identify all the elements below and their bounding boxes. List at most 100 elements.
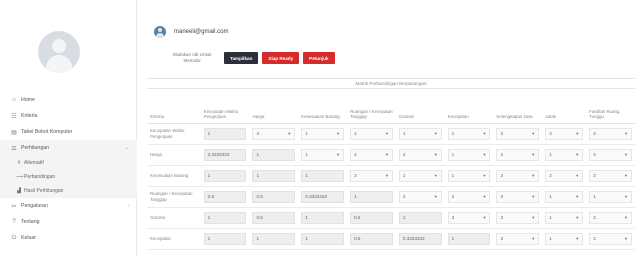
value-select[interactable]: 1 ▼: [545, 211, 584, 224]
chevron-left-icon: ‹: [127, 203, 129, 209]
value-select[interactable]: 3 ▼: [496, 169, 540, 182]
ready-button[interactable]: Siap Ready: [262, 52, 300, 64]
value-readonly-field: 1: [203, 169, 247, 182]
dropdown-arrow-icon: ▼: [624, 215, 628, 220]
sidebar-item-perhitungan[interactable]: ⚖ Perhitungan ⌄: [0, 140, 137, 156]
value-select[interactable]: 1 ▼: [447, 169, 491, 182]
sidebar-item-tentang[interactable]: ? Tentang: [0, 214, 137, 230]
select-value: 3: [593, 214, 596, 220]
matrix-cell: 1 ▼: [586, 186, 635, 208]
sidebar-item-perbandingan[interactable]: ⟿ Perbandingan: [0, 170, 137, 184]
sidebar-item-hasil-perhitungan[interactable]: ▟ Hasil Perhitungan: [0, 184, 137, 198]
value-select[interactable]: 3 ▼: [496, 190, 540, 203]
select-value: 3: [593, 235, 596, 241]
value-select[interactable]: 3 ▼: [496, 211, 540, 224]
matrix-cell: 1: [200, 228, 250, 250]
table-row: Kecepatan 1 1 1 0.5 0.3333333 1 3 ▼ 1 ▼ 3 ▼: [147, 228, 635, 250]
select-value: 1: [549, 235, 552, 241]
dropdown-arrow-icon: ▼: [575, 152, 580, 157]
value-select[interactable]: 3 ▼: [447, 211, 491, 224]
matrix-cell: 1 ▼: [542, 228, 587, 250]
select-value: 2: [500, 151, 504, 157]
dropdown-arrow-icon: ▼: [624, 236, 628, 241]
value-select[interactable]: 1 ▼: [545, 148, 584, 161]
value-select[interactable]: 1 ▼: [398, 127, 442, 140]
sidebar-item-label: Pengaturan: [21, 203, 48, 209]
value-select[interactable]: 3 ▼: [252, 127, 296, 140]
value-select[interactable]: 1 ▼: [447, 127, 491, 140]
power-icon: ⏻: [11, 234, 17, 241]
value-readonly-field: 1: [301, 169, 345, 182]
value-readonly-field: 1: [252, 148, 296, 161]
value-readonly-field: 1: [301, 211, 345, 224]
matrix-cell: 3 ▼: [347, 165, 396, 187]
sidebar-item-alternatif[interactable]: # Alternatif: [0, 156, 137, 170]
value-select[interactable]: 1 ▼: [589, 190, 632, 203]
value-select[interactable]: 1 ▼: [398, 169, 442, 182]
sidebar-item-keluar[interactable]: ⏻ Keluar: [0, 230, 137, 246]
value-select[interactable]: 3 ▼: [589, 148, 632, 161]
value-readonly-field: 1: [203, 127, 247, 140]
user-header: maneeli@gmail.com: [154, 26, 228, 38]
table-icon: ▤: [11, 129, 17, 136]
dropdown-arrow-icon: ▼: [433, 194, 438, 199]
value-readonly-field: 0.3333333: [398, 232, 442, 245]
help-button[interactable]: Petunjuk: [303, 52, 335, 64]
dropdown-arrow-icon: ▼: [624, 173, 628, 178]
value-readonly-field: 0.5: [350, 232, 393, 245]
value-select[interactable]: 3 ▼: [589, 127, 632, 140]
matrix-cell: 1: [249, 165, 299, 187]
value-select[interactable]: 2 ▼: [398, 190, 442, 203]
show-button[interactable]: Tampilkan: [224, 52, 259, 64]
value-select[interactable]: 3 ▼: [545, 127, 584, 140]
matrix-cell: 3 ▼: [493, 228, 543, 250]
value-select[interactable]: 2 ▼: [350, 127, 393, 140]
matrix-title: Matrik Perbandingan Berpasangan: [147, 79, 635, 89]
sidebar-item-pengaturan[interactable]: ✂ Pengaturan ‹: [0, 198, 137, 214]
value-select[interactable]: 3 ▼: [589, 232, 632, 245]
value-select[interactable]: 2 ▼: [398, 148, 442, 161]
select-value: 2: [402, 193, 406, 199]
value-select[interactable]: 3 ▼: [350, 169, 393, 182]
sidebar-item-label: Keluar: [21, 235, 36, 241]
matrix-table: Kriteria Kecepatan Waktu Pengerjaan Harga K…: [147, 89, 635, 250]
value-select[interactable]: 2 ▼: [447, 190, 491, 203]
value-select[interactable]: 2 ▼: [496, 148, 540, 161]
dropdown-arrow-icon: ▼: [531, 173, 536, 178]
value-select[interactable]: 1 ▼: [545, 190, 584, 203]
sidebar-item-home[interactable]: ⌂ Home: [0, 92, 137, 108]
value-readonly-field: 1: [252, 169, 296, 182]
matrix-cell: 0.5: [200, 186, 250, 208]
matrix-cell: 1: [249, 144, 299, 166]
value-select[interactable]: 2 ▼: [350, 148, 393, 161]
value-select[interactable]: 3 ▼: [589, 169, 632, 182]
select-value: 1: [402, 172, 406, 178]
row-label: Kesesuaian Barang: [147, 165, 201, 187]
matrix-cell: 0.5: [249, 186, 299, 208]
dropdown-arrow-icon: ▼: [624, 131, 628, 136]
comparison-matrix: Matrik Perbandingan Berpasangan Kriteria…: [147, 78, 635, 250]
sidebar-item-kriteria[interactable]: ☷ Kriteria: [0, 108, 137, 124]
matrix-cell: 0.5: [249, 207, 299, 229]
filter-bar: Skalakan ntb Untuk Memulai Tampilkan Sia…: [164, 52, 335, 64]
user-avatar[interactable]: [154, 26, 166, 38]
value-select[interactable]: 3 ▼: [496, 127, 540, 140]
value-select[interactable]: 1 ▼: [301, 127, 345, 140]
matrix-cell: 1 ▼: [542, 207, 587, 229]
value-select[interactable]: 3 ▼: [589, 211, 632, 224]
select-value: 3: [593, 151, 596, 157]
dropdown-arrow-icon: ▼: [575, 173, 580, 178]
value-select[interactable]: 3 ▼: [496, 232, 540, 245]
value-select[interactable]: 1 ▼: [447, 148, 491, 161]
dropdown-arrow-icon: ▼: [624, 152, 628, 157]
value-select[interactable]: 1 ▼: [301, 148, 345, 161]
sidebar-item-tabel-bobot[interactable]: ▤ Tabel Bobot Komputer: [0, 124, 137, 140]
matrix-cell: 1: [200, 123, 250, 145]
list-icon: ☷: [11, 113, 17, 120]
value-select[interactable]: 2 ▼: [545, 169, 584, 182]
select-value: 3: [500, 130, 504, 136]
dropdown-arrow-icon: ▼: [482, 194, 487, 199]
value-select[interactable]: 1 ▼: [545, 232, 584, 245]
column-header: Harga: [249, 89, 299, 124]
matrix-cell: 1: [444, 228, 494, 250]
